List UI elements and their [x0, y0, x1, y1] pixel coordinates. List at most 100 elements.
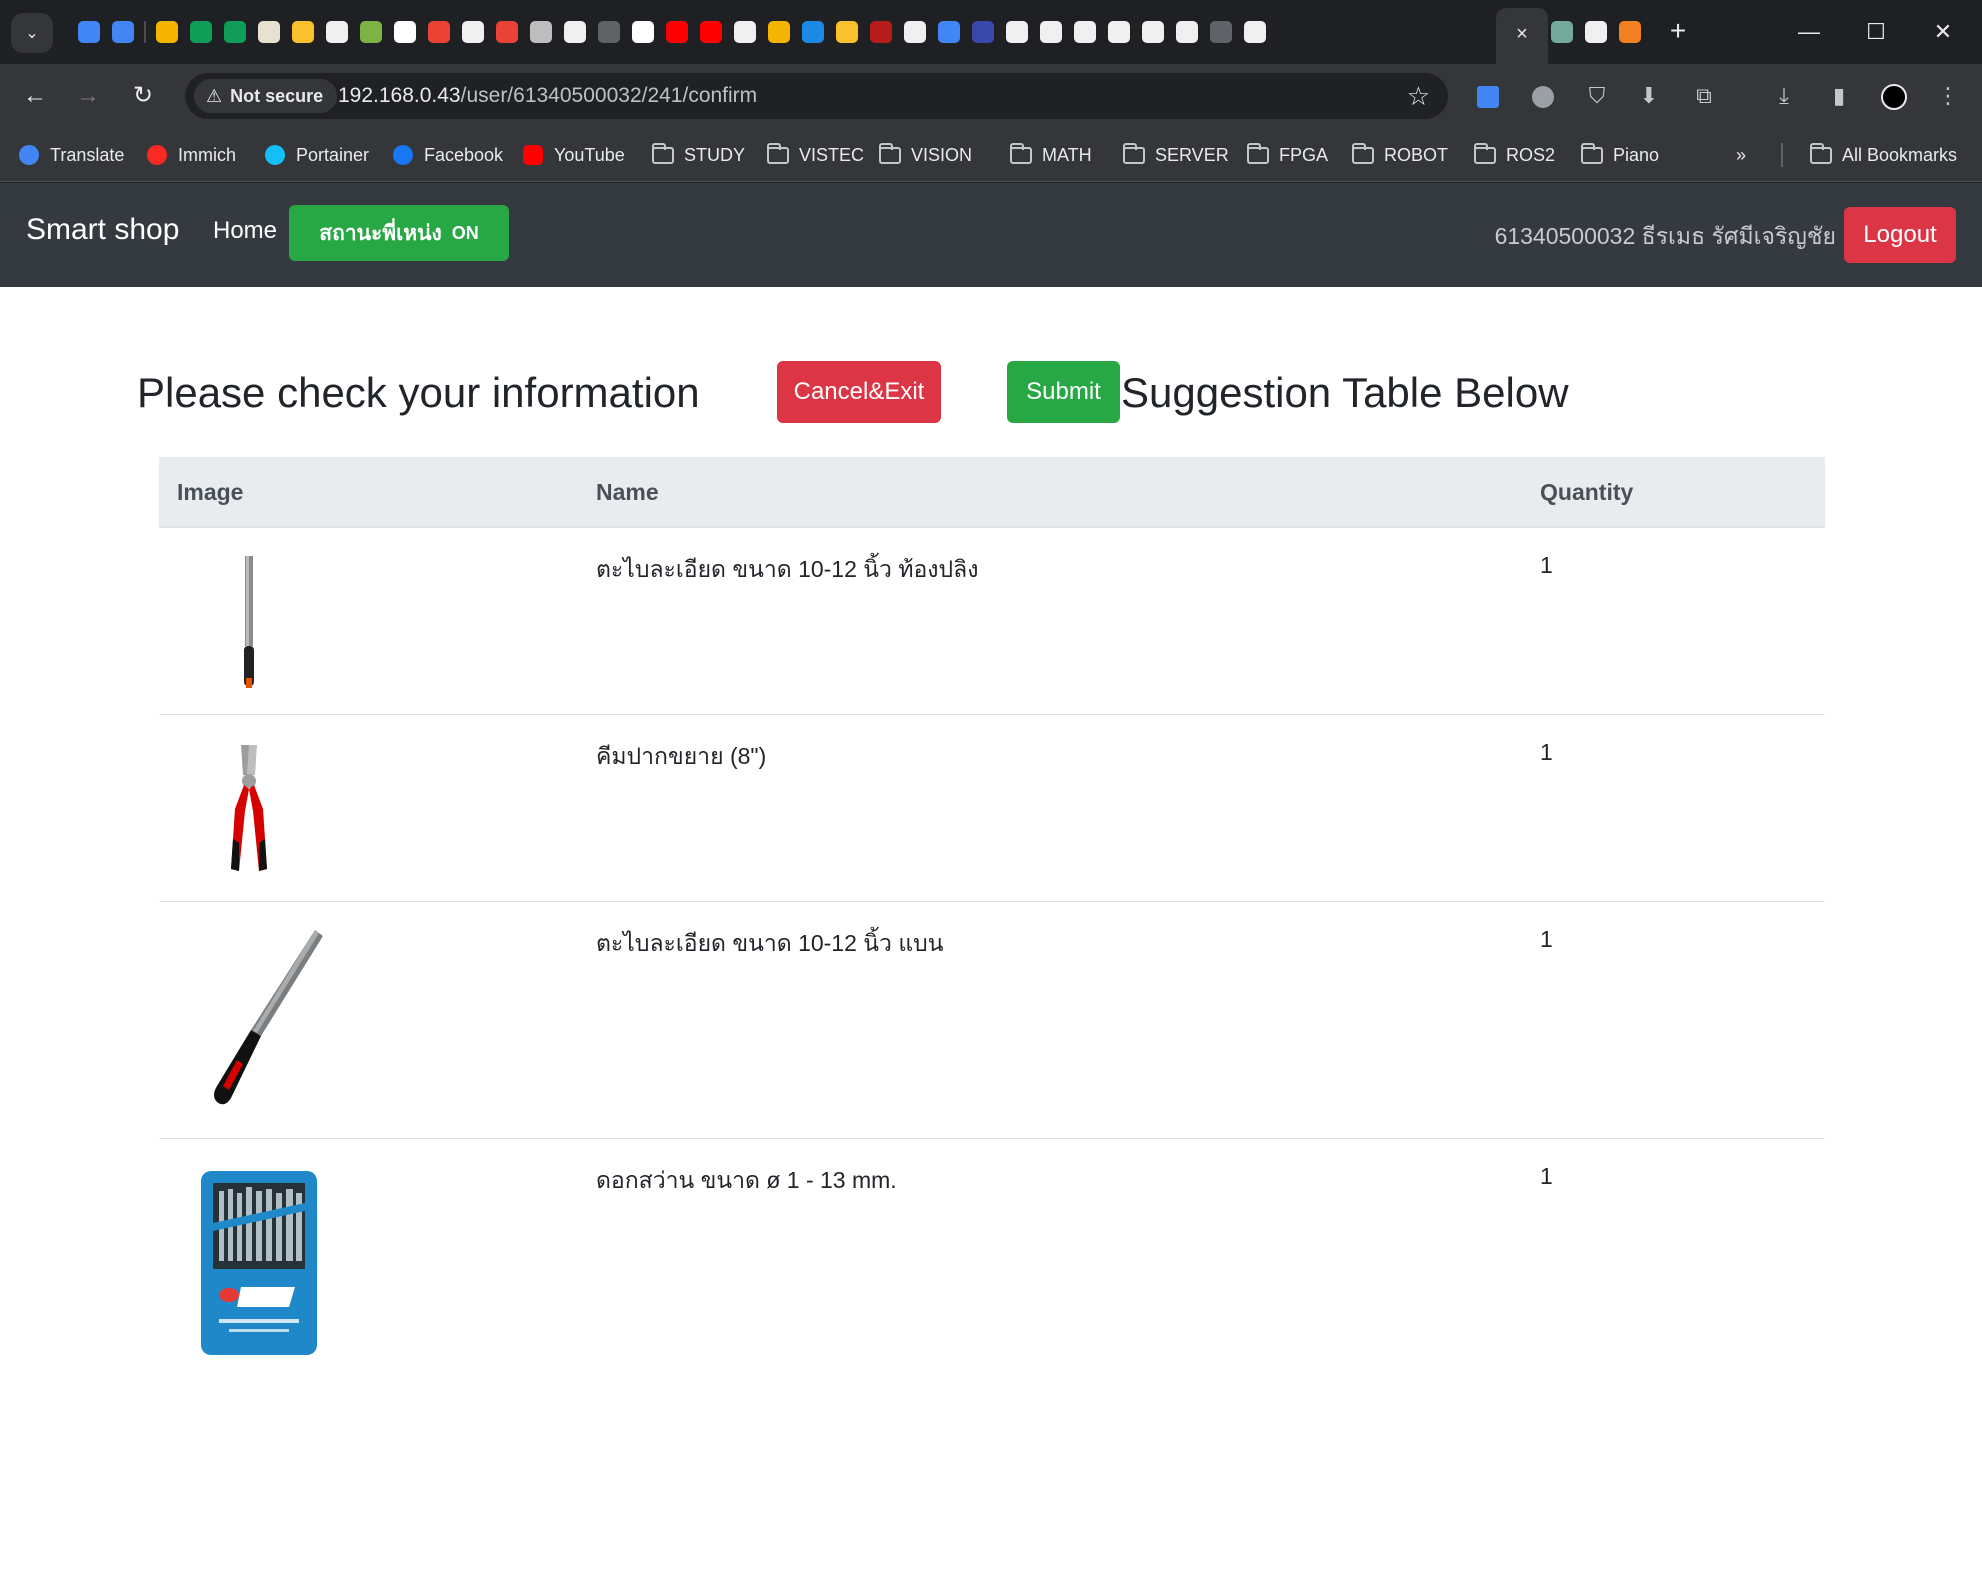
bookmark-server[interactable]: SERVER: [1123, 139, 1229, 171]
tab-favicon-icon[interactable]: [286, 15, 320, 49]
security-chip[interactable]: ⚠ Not secure: [194, 79, 338, 113]
all-bookmarks-button[interactable]: All Bookmarks: [1810, 139, 1957, 171]
immich-icon: [146, 144, 168, 166]
brand-link[interactable]: Smart shop: [26, 213, 179, 247]
profile-avatar-icon[interactable]: [1878, 80, 1910, 112]
tab-favicon-icon[interactable]: [388, 15, 422, 49]
bookmark-vision[interactable]: VISION: [879, 139, 972, 171]
facebook-icon: [392, 144, 414, 166]
tab-favicon-icon[interactable]: [106, 15, 140, 49]
bookmark-facebook[interactable]: Facebook: [392, 139, 503, 171]
tab-favicon-icon[interactable]: [252, 15, 286, 49]
header-quantity: Quantity: [1540, 479, 1634, 505]
bookmark-portainer[interactable]: Portainer: [264, 139, 369, 171]
tab-favicon-icon[interactable]: [320, 15, 354, 49]
tab-favicon-icon[interactable]: [864, 15, 898, 49]
tab-favicon-icon[interactable]: [456, 15, 490, 49]
bookmark-label: ROBOT: [1384, 144, 1449, 165]
tab-favicon-icon[interactable]: [932, 15, 966, 49]
bookmark-study[interactable]: STUDY: [652, 139, 745, 171]
maximize-button[interactable]: ☐: [1843, 8, 1909, 56]
tab-favicon-icon[interactable]: [1136, 15, 1170, 49]
bookmark-star-icon[interactable]: ☆: [1407, 80, 1430, 112]
tab-favicon-icon[interactable]: [626, 15, 660, 49]
tab-favicon-icon[interactable]: [762, 15, 796, 49]
folder-icon: [1247, 142, 1269, 166]
tab-favicon-icon[interactable]: [898, 15, 932, 49]
tab-favicon-icon[interactable]: [728, 15, 762, 49]
url-text[interactable]: 192.168.0.43/user/61340500032/241/confir…: [338, 73, 757, 119]
bookmark-translate[interactable]: Translate: [18, 139, 124, 171]
bookmark-label: VISION: [911, 144, 973, 165]
cancel-exit-button[interactable]: Cancel&Exit: [777, 361, 941, 423]
tab-favicon-icon[interactable]: [1545, 15, 1579, 49]
reload-button[interactable]: ↻: [125, 78, 161, 114]
tab-favicon-icon[interactable]: [218, 15, 252, 49]
item-name: ดอกสว่าน ขนาด ø 1 - 13 mm.: [596, 1167, 897, 1193]
bookmark-robot[interactable]: ROBOT: [1352, 139, 1448, 171]
tab-favicon-icon[interactable]: [592, 15, 626, 49]
nav-home-link[interactable]: Home: [213, 217, 277, 245]
address-bar[interactable]: ⚠ Not secure 192.168.0.43/user/613405000…: [185, 73, 1448, 119]
chevron-down-icon: ⌄: [25, 25, 39, 42]
tab-favicon-icon[interactable]: [694, 15, 728, 49]
close-window-button[interactable]: ✕: [1910, 8, 1976, 56]
close-tab-icon[interactable]: ×: [1508, 20, 1536, 48]
extensions-puzzle-icon[interactable]: ⧉: [1688, 80, 1720, 112]
minimize-button[interactable]: —: [1776, 8, 1842, 56]
drill-bit-set-image: [189, 1163, 319, 1368]
bookmark-math[interactable]: MATH: [1010, 139, 1092, 171]
tab-favicon-icon[interactable]: [150, 15, 184, 49]
tab-favicon-icon[interactable]: [1613, 15, 1647, 49]
tab-favicon-icon[interactable]: [796, 15, 830, 49]
tab-favicon-icon[interactable]: [422, 15, 456, 49]
table-header: Image Name Quantity: [159, 457, 1825, 528]
tab-favicon-icon[interactable]: [490, 15, 524, 49]
tab-favicon-icon[interactable]: [1579, 15, 1613, 49]
tab-favicon-icon[interactable]: [184, 15, 218, 49]
tab-favicon-icon[interactable]: [660, 15, 694, 49]
bookmark-label: Facebook: [424, 144, 504, 165]
google-translate-extension-icon[interactable]: [1472, 80, 1504, 112]
tab-favicon-icon[interactable]: [1170, 15, 1204, 49]
bookmark-ros2[interactable]: ROS2: [1474, 139, 1555, 171]
tab-favicon-icon[interactable]: [1238, 15, 1272, 49]
downloads-icon[interactable]: ⤓: [1768, 80, 1800, 112]
user-info: 61340500032 ธีรเมธ รัศมีเจริญชัย: [1494, 223, 1836, 249]
tab-favicon-icon[interactable]: [524, 15, 558, 49]
browser-toolbar: ← → ↻ ⚠ Not secure 192.168.0.43/user/613…: [0, 64, 1982, 128]
tab-favicon-icon[interactable]: [72, 15, 106, 49]
side-panel-icon[interactable]: ▮: [1823, 80, 1855, 112]
bookmark-label: STUDY: [684, 144, 746, 165]
bookmark-fpga[interactable]: FPGA: [1247, 139, 1328, 171]
tab-favicon-icon[interactable]: [1068, 15, 1102, 49]
tab-favicon-icon[interactable]: [830, 15, 864, 49]
download-helper-icon[interactable]: ⬇: [1633, 80, 1665, 112]
new-tab-button[interactable]: +: [1660, 14, 1696, 50]
logout-button[interactable]: Logout: [1844, 207, 1956, 263]
browser-menu-icon[interactable]: ⋮: [1932, 80, 1964, 112]
more-bookmarks-button[interactable]: »: [1736, 139, 1746, 171]
tab-favicon-icon[interactable]: [1034, 15, 1068, 49]
tab-favicon-icon[interactable]: [966, 15, 1000, 49]
bookmark-immich[interactable]: Immich: [146, 139, 236, 171]
bookmark-vistec[interactable]: VISTEC: [767, 139, 864, 171]
bookmark-label: SERVER: [1155, 144, 1229, 165]
tab-favicon-icon[interactable]: [1000, 15, 1034, 49]
tab-search-button[interactable]: ⌄: [11, 13, 53, 53]
bookmark-youtube[interactable]: YouTube: [522, 139, 625, 171]
ublock-origin-icon[interactable]: ⛉: [1581, 80, 1613, 112]
status-toggle-button[interactable]: สถานะพี่เหน่ง ON: [289, 205, 509, 261]
submit-button[interactable]: Submit: [1007, 361, 1120, 423]
tab-favicon-icon[interactable]: [558, 15, 592, 49]
back-button[interactable]: ←: [17, 78, 53, 114]
extension-x-icon[interactable]: [1527, 80, 1559, 112]
tab-favicon-icon[interactable]: [1102, 15, 1136, 49]
warning-icon: ⚠: [206, 85, 223, 106]
table-row: ดอกสว่าน ขนาด ø 1 - 13 mm. 1: [159, 1139, 1825, 1389]
tab-favicon-icon[interactable]: [354, 15, 388, 49]
bookmark-piano[interactable]: Piano: [1581, 139, 1659, 171]
forward-button[interactable]: →: [70, 78, 106, 114]
tab-favicon-icon[interactable]: [1204, 15, 1238, 49]
header-name: Name: [596, 479, 659, 505]
